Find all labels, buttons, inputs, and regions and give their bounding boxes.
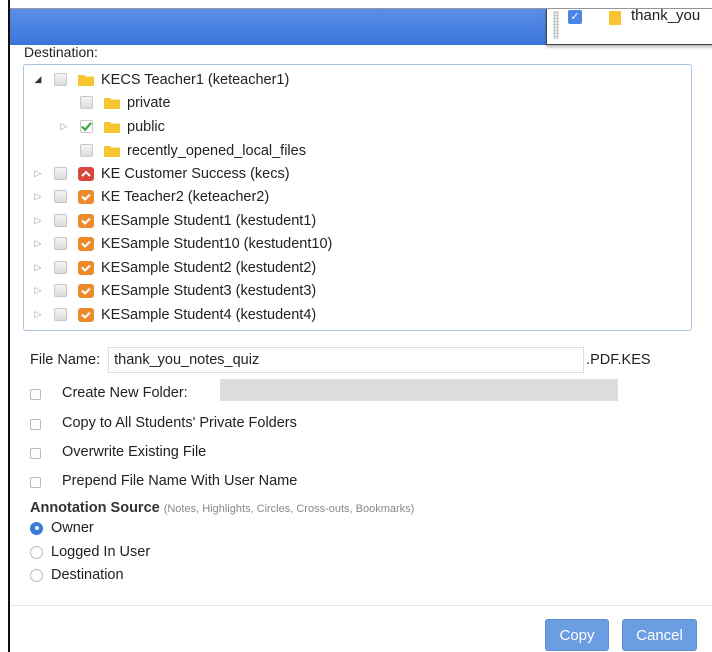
prepend-option[interactable]: Prepend File Name With User Name	[30, 470, 297, 492]
annotation-owner-option[interactable]: Owner	[30, 517, 94, 539]
tree-node-label: KESample Student10 (kestudent10)	[101, 235, 333, 252]
annotation-source-note: (Notes, Highlights, Circles, Cross-outs,…	[163, 503, 415, 515]
annotation-logged-in-option[interactable]: Logged In User	[30, 541, 150, 563]
tree-node-checkbox[interactable]	[80, 96, 93, 109]
drag-grip-icon	[553, 11, 559, 39]
user-folder-icon	[78, 213, 94, 228]
tree-node-keteacher1[interactable]: ◢ KECS Teacher1 (keteacher1)	[32, 68, 290, 91]
tree-node-label: public	[127, 118, 165, 135]
tree-node-kestudent1[interactable]: ▷ KESample Student1 (kestudent1)	[32, 209, 317, 232]
create-new-folder-label: Create New Folder:	[62, 385, 188, 401]
tree-node-checkbox[interactable]	[54, 261, 67, 274]
expand-arrow-icon[interactable]: ▷	[32, 309, 44, 320]
file-icon	[609, 11, 621, 29]
annotation-source-title: Annotation Source	[30, 500, 160, 516]
overwrite-option[interactable]: Overwrite Existing File	[30, 441, 206, 463]
tree-node-checkbox[interactable]	[54, 214, 67, 227]
new-folder-input[interactable]	[220, 379, 618, 401]
prepend-checkbox[interactable]	[30, 477, 41, 488]
overwrite-checkbox[interactable]	[30, 448, 41, 459]
tree-node-checkbox[interactable]	[54, 308, 67, 321]
destination-radio-label: Destination	[51, 567, 124, 583]
footer-divider	[10, 605, 712, 606]
prepend-label: Prepend File Name With User Name	[62, 473, 298, 489]
window-left-edge	[0, 0, 10, 652]
checked-checkbox-icon: ✓	[568, 10, 582, 24]
tree-node-label: KESample Student3 (kestudent3)	[101, 282, 317, 299]
tree-node-kecs[interactable]: ▷ KE Customer Success (kecs)	[32, 162, 290, 185]
tree-node-checkbox[interactable]	[54, 237, 67, 250]
tree-node-recently-opened[interactable]: recently_opened_local_files	[58, 139, 306, 162]
tree-node-checkbox[interactable]	[80, 144, 93, 157]
tree-node-checkbox[interactable]	[54, 167, 67, 180]
logged-in-user-radio[interactable]	[30, 545, 43, 559]
tree-node-keteacher2[interactable]: ▷ KE Teacher2 (keteacher2)	[32, 185, 270, 208]
expand-arrow-icon[interactable]: ▷	[58, 121, 70, 132]
tree-node-label: KESample Student4 (kestudent4)	[101, 306, 317, 323]
folder-icon	[104, 121, 120, 133]
user-folder-icon	[78, 166, 94, 181]
folder-icon	[104, 97, 120, 109]
expand-arrow-icon[interactable]: ▷	[32, 238, 44, 249]
annotation-source-heading: Annotation Source (Notes, Highlights, Cir…	[30, 500, 414, 516]
tree-node-public[interactable]: ▷ public	[58, 115, 165, 138]
expand-arrow-icon[interactable]: ▷	[32, 215, 44, 226]
green-checkmark-icon	[81, 122, 92, 132]
create-new-folder-option[interactable]: Create New Folder:	[30, 382, 188, 404]
destination-label: Destination:	[24, 44, 98, 60]
tree-node-label: KESample Student2 (kestudent2)	[101, 259, 317, 276]
tree-node-kestudent10[interactable]: ▷ KESample Student10 (kestudent10)	[32, 232, 333, 255]
tree-node-checkbox[interactable]	[54, 190, 67, 203]
owner-label: Owner	[51, 520, 94, 536]
expand-arrow-icon[interactable]: ▷	[32, 285, 44, 296]
user-folder-icon	[78, 283, 94, 298]
file-name-row: File Name: .PDF.KES	[30, 347, 651, 373]
folder-icon	[104, 145, 120, 157]
copy-to-private-checkbox[interactable]	[30, 419, 41, 430]
tree-node-label: private	[127, 94, 171, 111]
tree-node-kestudent4[interactable]: ▷ KESample Student4 (kestudent4)	[32, 303, 317, 326]
destination-tree[interactable]: ◢ KECS Teacher1 (keteacher1) private ▷ p…	[23, 64, 692, 331]
overwrite-label: Overwrite Existing File	[62, 444, 207, 460]
folder-icon	[78, 74, 94, 86]
tree-node-checkbox[interactable]	[54, 284, 67, 297]
user-folder-icon	[78, 189, 94, 204]
owner-radio[interactable]	[30, 521, 43, 535]
tree-node-kestudent2[interactable]: ▷ KESample Student2 (kestudent2)	[32, 256, 317, 279]
user-folder-icon	[78, 307, 94, 322]
user-folder-icon	[78, 260, 94, 275]
tree-node-checkbox[interactable]	[54, 73, 67, 86]
tree-node-kestudent3[interactable]: ▷ KESample Student3 (kestudent3)	[32, 279, 317, 302]
file-extension: .PDF.KES	[586, 352, 651, 368]
tree-node-label: KE Customer Success (kecs)	[101, 165, 290, 182]
tree-node-label: KE Teacher2 (keteacher2)	[101, 188, 270, 205]
tree-node-checkbox-checked[interactable]	[80, 120, 93, 133]
tree-node-private[interactable]: private	[58, 91, 171, 114]
copy-to-private-option[interactable]: Copy to All Students' Private Folders	[30, 412, 297, 434]
dragged-file-name: thank_you	[631, 9, 701, 24]
expand-arrow-icon[interactable]: ▷	[32, 262, 44, 273]
tree-node-label: KECS Teacher1 (keteacher1)	[101, 71, 290, 88]
tree-node-label: KESample Student1 (kestudent1)	[101, 212, 317, 229]
user-folder-icon	[78, 236, 94, 251]
file-name-input[interactable]	[108, 347, 585, 373]
copy-dialog: ✓ thank_you Destination: ◢ KECS Teacher1…	[10, 8, 712, 652]
file-name-label: File Name:	[30, 352, 101, 368]
dragged-file-item[interactable]: ✓ thank_you	[546, 9, 712, 45]
expand-arrow-icon[interactable]: ▷	[32, 191, 44, 202]
copy-button[interactable]: Copy	[545, 619, 609, 651]
tree-node-label: recently_opened_local_files	[127, 142, 306, 159]
expand-arrow-icon[interactable]: ▷	[32, 168, 44, 179]
cancel-button[interactable]: Cancel	[622, 619, 697, 651]
collapse-arrow-icon[interactable]: ◢	[32, 74, 44, 85]
create-new-folder-checkbox[interactable]	[30, 389, 41, 400]
annotation-destination-option[interactable]: Destination	[30, 564, 124, 586]
logged-in-user-label: Logged In User	[51, 544, 151, 560]
destination-radio[interactable]	[30, 568, 43, 582]
copy-to-private-label: Copy to All Students' Private Folders	[62, 415, 297, 431]
